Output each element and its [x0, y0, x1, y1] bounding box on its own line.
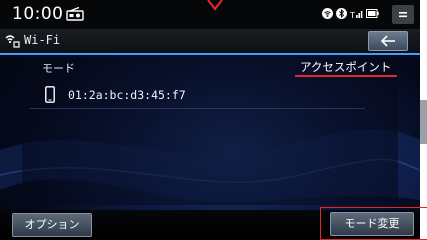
clock-time: 10:00 [12, 4, 64, 24]
smartphone-icon [45, 86, 55, 103]
mode-value: アクセスポイント [300, 60, 392, 74]
bluetooth-icon [336, 8, 347, 19]
menu-icon [399, 12, 407, 18]
annotation-arrow-icon [207, 0, 223, 11]
page-title: Wi-Fi [24, 33, 61, 47]
wifi-icon [322, 8, 333, 19]
menu-button[interactable] [392, 5, 414, 24]
screen-header: Wi-Fi [0, 29, 420, 53]
svg-text:T: T [350, 11, 355, 19]
side-tab [420, 100, 427, 144]
wifi-settings-icon [5, 35, 20, 48]
signal-icon: T [350, 11, 363, 19]
radio-icon [66, 7, 84, 21]
car-navigation-screen: 10:00 T Wi-Fi モード アクセスポイント 01:2a:bc:d3:4… [0, 0, 420, 240]
back-arrow-icon [380, 35, 395, 47]
back-button[interactable] [368, 31, 408, 51]
options-button[interactable]: オプション [12, 213, 92, 237]
battery-icon [366, 9, 379, 18]
device-mac-address: 01:2a:bc:d3:45:f7 [68, 88, 186, 102]
annotation-underline [295, 75, 397, 77]
screenshot-stage: 10:00 T Wi-Fi モード アクセスポイント 01:2a:bc:d3:4… [0, 0, 427, 240]
list-row-divider [30, 108, 365, 109]
wifi-list-panel [22, 55, 398, 205]
annotation-highlight-box [320, 207, 427, 240]
mode-label: モード [42, 62, 75, 75]
